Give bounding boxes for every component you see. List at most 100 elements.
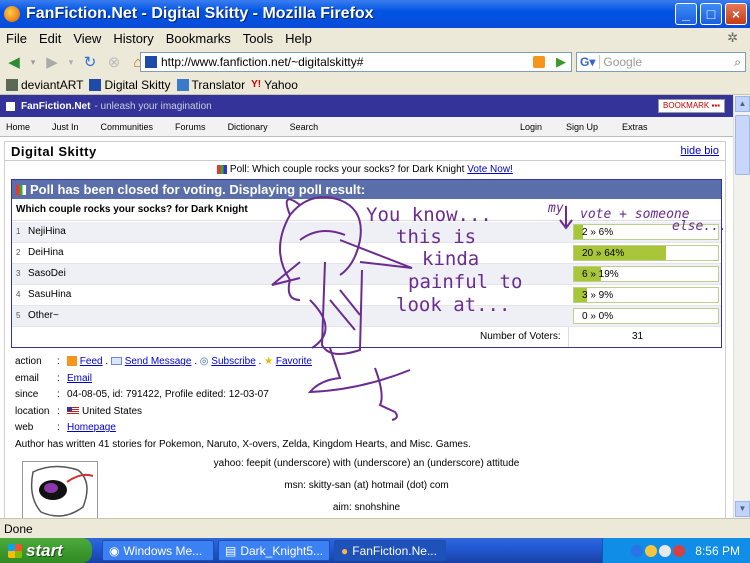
start-button[interactable]: start [0, 538, 92, 563]
yahoo-icon: Y! [251, 79, 262, 90]
site-nav-sign-up[interactable]: Sign Up [566, 122, 598, 132]
voters-count: 31 [632, 331, 644, 342]
poll-result-bar: 0 » 0% [573, 308, 719, 324]
site-nav-communities[interactable]: Communities [101, 122, 154, 132]
poll-option-label: NejiHina [28, 226, 66, 237]
bookmark-share-button[interactable]: BOOKMARK ▪▪▪ [658, 99, 725, 113]
google-search-engine-icon[interactable]: G▾ [580, 55, 601, 69]
status-bar: Done [0, 518, 750, 538]
since-value: 04-08-05, id: 791422, Profile edited: 12… [67, 389, 269, 400]
hide-bio-link[interactable]: hide bio [680, 145, 719, 157]
poll-option-number: 4 [16, 290, 21, 299]
site-header: FanFiction.Net - unleash your imaginatio… [0, 95, 733, 117]
email-link[interactable]: Email [67, 373, 92, 384]
reload-icon[interactable]: ↻ [80, 52, 100, 72]
forward-icon[interactable]: ▶ [42, 52, 62, 72]
site-nav-home[interactable]: Home [6, 122, 30, 132]
poll-result-bar: 3 » 9% [573, 287, 719, 303]
close-button[interactable]: × [725, 3, 747, 25]
tray-antivirus-icon[interactable] [673, 544, 686, 557]
site-nav-search[interactable]: Search [290, 122, 319, 132]
site-nav-dictionary[interactable]: Dictionary [228, 122, 268, 132]
gear-icon[interactable]: ✲ [721, 30, 744, 46]
search-input[interactable]: G▾ Google ⌕ [576, 52, 746, 72]
url-bar[interactable]: http://www.fanfiction.net/~digitalskitty… [140, 52, 572, 72]
site-nav-forums[interactable]: Forums [175, 122, 206, 132]
menu-history[interactable]: History [107, 31, 159, 46]
menu-view[interactable]: View [67, 31, 107, 46]
page-title: Digital Skitty [11, 144, 97, 159]
site-tagline: - unleash your imagination [94, 100, 212, 112]
stories-summary: Author has written 41 stories for Pokemo… [15, 439, 471, 450]
poll-result-bar: 20 » 64% [573, 245, 719, 261]
site-nav-just-in[interactable]: Just In [52, 122, 79, 132]
feed-icon [67, 356, 77, 367]
status-text: Done [4, 522, 33, 536]
poll-result-bar: 2 » 6% [573, 224, 719, 240]
subscribe-icon: ◎ [199, 356, 209, 367]
search-icon[interactable]: ⌕ [734, 55, 741, 70]
poll-result-text: 6 » 19% [582, 269, 619, 280]
menu-bookmarks[interactable]: Bookmarks [160, 31, 237, 46]
site-logo[interactable]: FanFiction.Net [21, 101, 90, 112]
avatar [22, 461, 98, 518]
tray-messenger-icon[interactable] [645, 544, 658, 557]
tray-arrow-icon[interactable] [631, 544, 644, 557]
feed-link[interactable]: Feed [80, 356, 103, 367]
favorite-link[interactable]: Favorite [276, 356, 312, 367]
maximize-button[interactable]: □ [700, 3, 722, 25]
scroll-up-icon[interactable]: ▲ [735, 96, 750, 112]
poll-icon [217, 164, 228, 174]
bookmark-digital-skitty[interactable]: Digital Skitty [89, 78, 171, 92]
site-logo-icon [6, 101, 15, 111]
scroll-down-icon[interactable]: ▼ [735, 501, 750, 517]
voters-label: Number of Voters: [480, 331, 561, 342]
site-nav-extras[interactable]: Extras [622, 122, 648, 132]
rss-icon[interactable] [533, 56, 545, 68]
msn-contact: msn: skitty-san (at) hotmail (dot) com [284, 480, 449, 491]
minimize-button[interactable]: _ [675, 3, 697, 25]
poll-announcement: Poll: Which couple rocks your socks? for… [5, 164, 725, 175]
search-placeholder: Google [603, 55, 643, 69]
divider [568, 327, 569, 347]
firefox-icon [4, 6, 20, 22]
vote-now-link[interactable]: Vote Now! [467, 164, 513, 175]
tray-volume-icon[interactable] [659, 544, 672, 557]
media-player-icon: ◉ [109, 543, 120, 558]
bookmark-yahoo[interactable]: Y! Yahoo [251, 78, 298, 92]
send-message-link[interactable]: Send Message [125, 356, 192, 367]
menu-bar: File Edit View History Bookmarks Tools H… [0, 28, 750, 48]
deviantart-icon [6, 79, 18, 91]
forward-dropdown-icon[interactable]: ▾ [66, 52, 76, 72]
menu-file[interactable]: File [0, 31, 33, 46]
poll-results: Poll has been closed for voting. Display… [11, 179, 722, 348]
poll-option-label: SasuHina [28, 289, 72, 300]
menu-help[interactable]: Help [279, 31, 318, 46]
us-flag-icon [67, 407, 79, 416]
site-nav-login[interactable]: Login [520, 122, 542, 132]
poll-option-label: Other~ [28, 310, 59, 321]
email-label: email [15, 373, 39, 384]
back-dropdown-icon[interactable]: ▾ [28, 52, 38, 72]
subscribe-link[interactable]: Subscribe [211, 356, 255, 367]
stop-icon[interactable]: ⊗ [104, 52, 124, 72]
poll-question: Which couple rocks your socks? for Dark … [12, 199, 721, 221]
firefox-icon: ● [341, 543, 349, 558]
poll-option-number: 1 [16, 227, 21, 236]
divider [5, 160, 725, 161]
homepage-link[interactable]: Homepage [67, 422, 116, 433]
menu-edit[interactable]: Edit [33, 31, 67, 46]
bookmark-translator[interactable]: Translator [176, 78, 245, 92]
action-label: action [15, 356, 42, 367]
go-icon[interactable]: ▶ [556, 54, 566, 70]
vertical-scrollbar[interactable]: ▲ ▼ [733, 95, 750, 518]
title-bar: FanFiction.Net - Digital Skitty - Mozill… [0, 0, 750, 28]
menu-tools[interactable]: Tools [237, 31, 279, 46]
scroll-thumb[interactable] [735, 115, 750, 175]
back-icon[interactable]: ◀ [4, 52, 24, 72]
task-dark-knight[interactable]: ▤ Dark_Knight5... [218, 540, 330, 561]
poll-option-row: 4 SasuHina 3 » 9% [12, 285, 721, 306]
bookmark-deviantart[interactable]: deviantART [6, 78, 83, 92]
task-windows-media[interactable]: ◉ Windows Me... [102, 540, 214, 561]
task-fanfiction[interactable]: ● FanFiction.Ne... [334, 540, 446, 561]
